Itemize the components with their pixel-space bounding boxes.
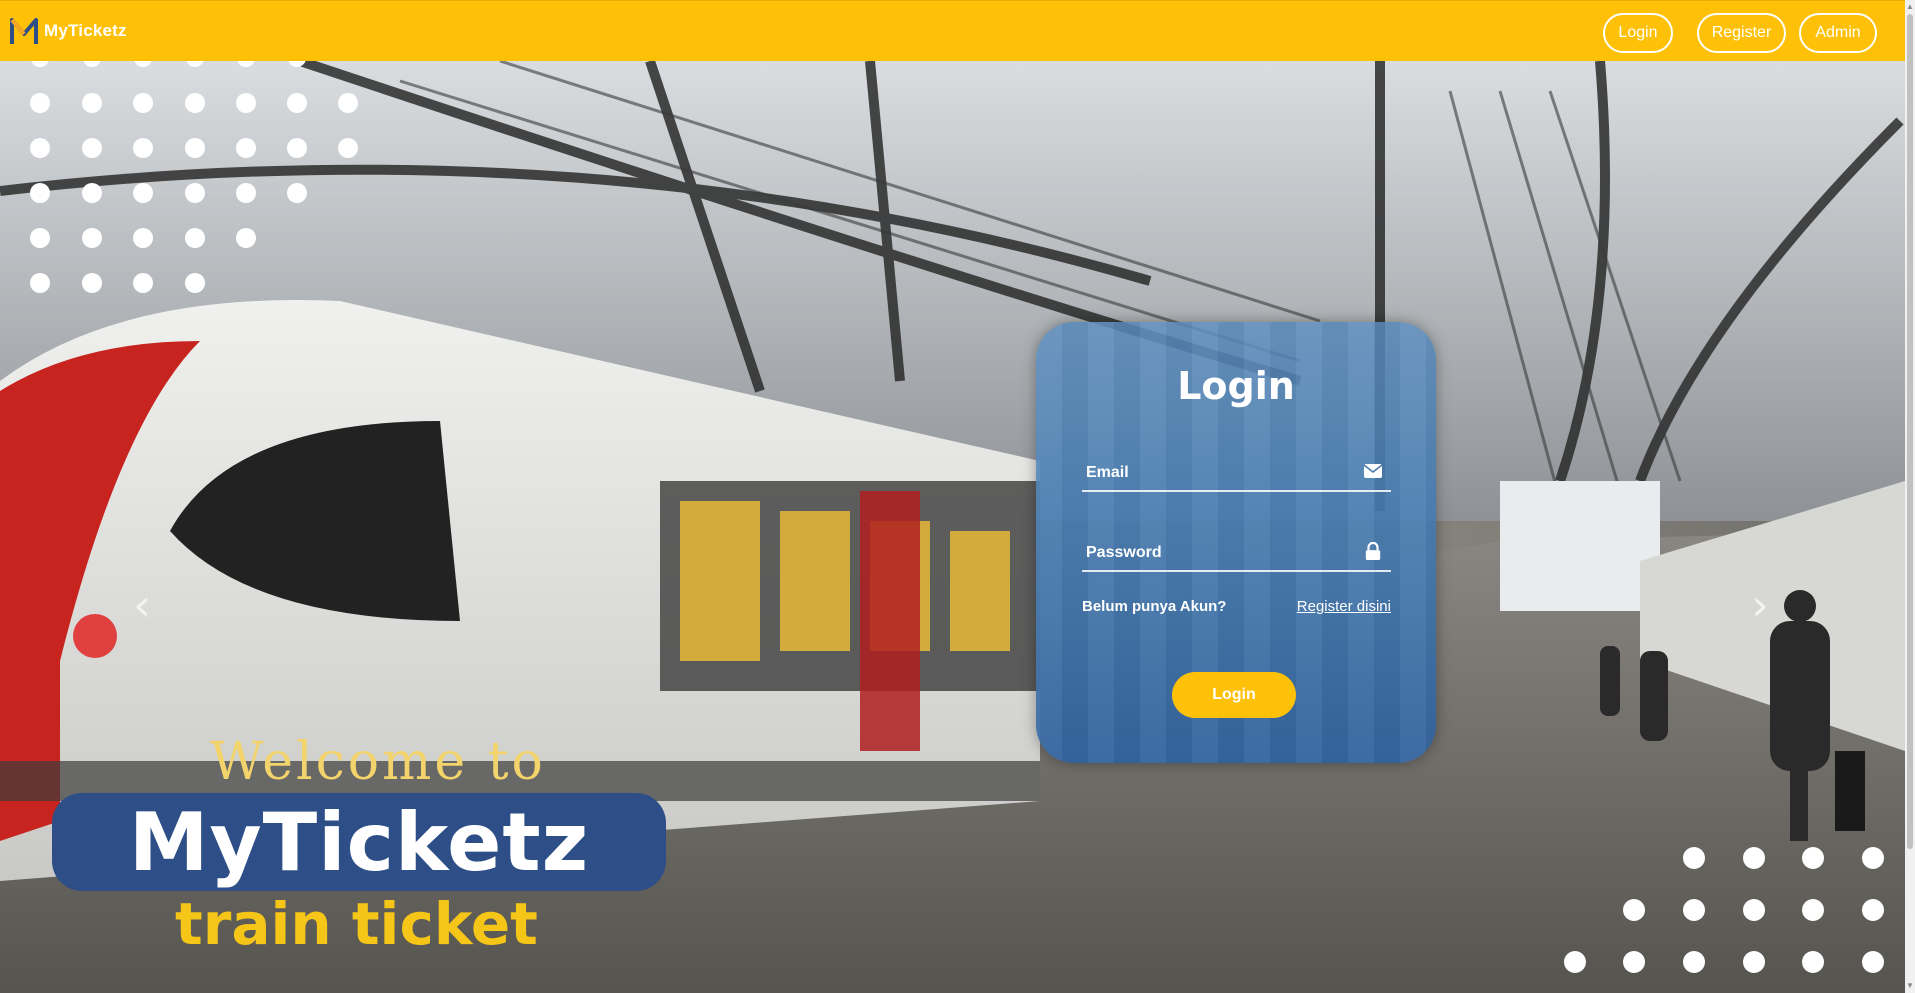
password-input[interactable] [1086, 540, 1346, 566]
email-field-group [1082, 452, 1391, 492]
page-scrollbar[interactable]: ▲ ▼ [1905, 0, 1915, 993]
chevron-right-icon: › [1751, 580, 1769, 631]
brand-title-banner: MyTicketz [52, 793, 666, 891]
register-link[interactable]: Register disini [1297, 598, 1391, 615]
nav-admin-button[interactable]: Admin [1799, 13, 1877, 53]
brand[interactable]: MyTicketz [10, 16, 127, 46]
lock-icon [1365, 542, 1381, 560]
navbar: MyTicketz Login Register Admin [0, 0, 1905, 61]
login-title: Login [1177, 364, 1295, 408]
login-submit-button[interactable]: Login [1172, 672, 1296, 718]
scroll-down-icon[interactable]: ▼ [1906, 981, 1914, 991]
password-field-group [1082, 532, 1391, 572]
brand-name: MyTicketz [44, 21, 127, 40]
scroll-up-icon[interactable]: ▲ [1906, 2, 1914, 12]
brand-logo-icon [10, 18, 38, 44]
carousel-next-button[interactable]: › [1740, 576, 1780, 636]
carousel-prev-button[interactable]: ‹ [122, 576, 162, 636]
brand-title: MyTicketz [128, 795, 590, 889]
chevron-left-icon: ‹ [133, 580, 151, 631]
hero-subtitle: train ticket [175, 890, 538, 958]
nav-register-button[interactable]: Register [1697, 13, 1786, 53]
envelope-icon [1363, 464, 1383, 478]
email-input[interactable] [1086, 460, 1346, 486]
welcome-text: Welcome to [210, 732, 546, 792]
scrollbar-thumb[interactable] [1907, 14, 1913, 849]
nav-login-button[interactable]: Login [1603, 13, 1673, 53]
login-card: Login Belum punya Akun? Register disini … [1036, 322, 1436, 763]
no-account-text: Belum punya Akun? [1082, 598, 1227, 615]
